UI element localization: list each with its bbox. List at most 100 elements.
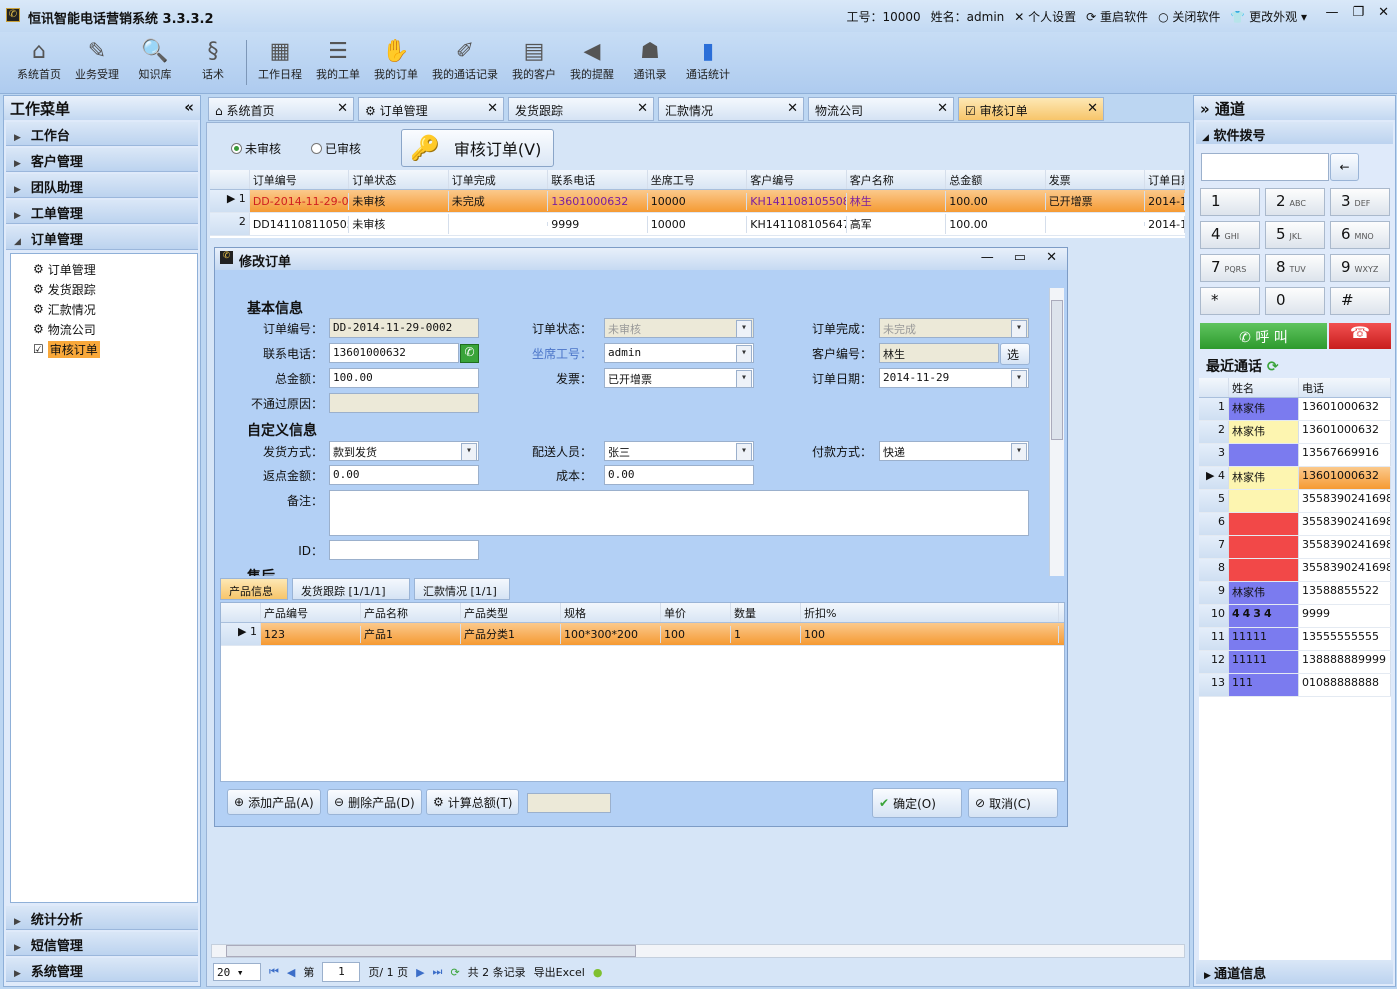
audited-radio[interactable]: 已审核 (311, 140, 361, 157)
cancel-button[interactable]: ⊘ 取消(C) (968, 788, 1058, 818)
collapse-sidebar-button[interactable]: « (184, 98, 194, 118)
column-header[interactable]: 坐席工号 (648, 170, 748, 189)
customer-no-field[interactable]: 林生 (879, 343, 999, 363)
column-header[interactable]: 订单完成 (449, 170, 549, 189)
first-page-button[interactable]: ⏮ (269, 965, 279, 979)
change-skin-link[interactable]: 👕 更改外观 ▾ (1230, 8, 1307, 25)
sidebar-group-2[interactable]: ▶ 团队助理 (6, 174, 198, 198)
toolbar-button-9[interactable]: ◀ 我的提醒 (563, 32, 621, 93)
sidebar-group-0[interactable]: ▶ 工作台 (6, 122, 198, 146)
close-tab-icon[interactable]: ✕ (637, 101, 648, 116)
last-page-button[interactable]: ⏭ (433, 965, 443, 979)
audit-order-button[interactable]: 🔑 审核订单(V) (401, 129, 554, 167)
dial-key-1[interactable]: 2 ABC (1265, 188, 1325, 216)
channel-info-header[interactable]: ▶ 通道信息 (1196, 960, 1393, 984)
complete-select[interactable]: 未完成 (879, 318, 1029, 338)
dial-number-input[interactable] (1201, 153, 1329, 181)
sidebar-subitem-2[interactable]: ⚙ 汇款情况 (33, 300, 96, 318)
agent-select[interactable]: admin (604, 343, 754, 363)
call-row[interactable]: ▶ 4 林家伟 13601000632 (1199, 467, 1391, 490)
phone-field[interactable]: 13601000632 (329, 343, 459, 363)
ship-method-select[interactable]: 款到发货 (329, 441, 479, 461)
restart-link[interactable]: ⟳ 重启软件 (1086, 8, 1148, 25)
subtab-1[interactable]: 发货跟踪 [1/1/1] (292, 578, 410, 600)
dial-key-2[interactable]: 3 DEF (1330, 188, 1390, 216)
page-size-select[interactable]: 20 ▾ (213, 963, 261, 981)
dial-key-9[interactable]: * (1200, 287, 1260, 315)
soft-dial-header[interactable]: ◢ 软件拨号 (1196, 122, 1393, 144)
sidebar-subitem-1[interactable]: ⚙ 发货跟踪 (33, 280, 96, 298)
dial-key-8[interactable]: 9 WXYZ (1330, 254, 1390, 282)
invoice-select[interactable]: 已开增票 (604, 368, 754, 388)
dialog-minimize-button[interactable]: — (981, 250, 994, 265)
add-product-button[interactable]: ⊕ 添加产品(A) (227, 789, 321, 815)
unaudited-radio[interactable]: 未审核 (231, 140, 281, 157)
column-header[interactable]: 发票 (1046, 170, 1146, 189)
tab-1[interactable]: ⚙ 订单管理 ✕ (358, 97, 504, 121)
dial-key-11[interactable]: # (1330, 287, 1390, 315)
note-textarea[interactable] (329, 490, 1029, 536)
prev-page-button[interactable]: ◀ (287, 966, 295, 979)
toolbar-button-4[interactable]: ▦ 工作日程 (251, 32, 309, 93)
hangup-button[interactable]: ☎ (1329, 323, 1391, 349)
tab-4[interactable]: 物流公司 ✕ (808, 97, 954, 121)
column-header[interactable]: 订单编号 (250, 170, 350, 189)
toolbar-button-0[interactable]: ⌂ 系统首页 (10, 32, 68, 93)
call-row[interactable]: 3 13567669916 (1199, 444, 1391, 467)
tab-3[interactable]: 汇款情况 ✕ (658, 97, 804, 121)
calculate-total-button[interactable]: ⚙ 计算总额(T) (426, 789, 520, 815)
toolbar-button-8[interactable]: ▤ 我的客户 (505, 32, 563, 93)
horizontal-scrollbar[interactable] (211, 944, 1185, 958)
sidebar-group-bottom-2[interactable]: ▶ 系统管理 (6, 958, 198, 982)
call-row[interactable]: 10 4434 9999 (1199, 605, 1391, 628)
confirm-button[interactable]: ✔ 确定(O) (872, 788, 962, 818)
minimize-button[interactable]: — (1325, 5, 1338, 20)
column-header[interactable]: 折扣% (801, 603, 1059, 622)
call-row[interactable]: 13 111 01088888888 (1199, 674, 1391, 697)
column-header[interactable]: 产品类型 (461, 603, 561, 622)
dial-key-7[interactable]: 8 TUV (1265, 254, 1325, 282)
close-tab-icon[interactable]: ✕ (487, 101, 498, 116)
column-header[interactable]: 联系电话 (548, 170, 648, 189)
column-header[interactable]: 客户编号 (747, 170, 847, 189)
cost-field[interactable]: 0.00 (604, 465, 754, 485)
call-row[interactable]: 2 林家伟 13601000632 (1199, 421, 1391, 444)
column-header[interactable]: 订单状态 (349, 170, 449, 189)
close-button[interactable]: ✕ (1378, 5, 1389, 20)
refresh-icon[interactable]: ⟳ (1267, 359, 1279, 375)
payment-select[interactable]: 快递 (879, 441, 1029, 461)
dialog-close-button[interactable]: ✕ (1046, 250, 1057, 265)
dial-key-0[interactable]: 1 (1200, 188, 1260, 216)
order-date-picker[interactable]: 2014-11-29 (879, 368, 1029, 388)
call-row[interactable]: 8 355839024169890 (1199, 559, 1391, 582)
column-header[interactable]: 客户名称 (847, 170, 947, 189)
call-button[interactable]: ✆ 呼 叫 (1200, 323, 1327, 349)
expand-icon[interactable]: » (1200, 100, 1215, 118)
toolbar-button-11[interactable]: ▮ 通话统计 (679, 32, 737, 93)
sidebar-group-bottom-1[interactable]: ▶ 短信管理 (6, 932, 198, 956)
dial-key-3[interactable]: 4 GHI (1200, 221, 1260, 249)
toolbar-button-6[interactable]: ✋ 我的订单 (367, 32, 425, 93)
toolbar-button-2[interactable]: 🔍 知识库 (126, 32, 184, 93)
column-header[interactable]: 产品编号 (261, 603, 361, 622)
column-header[interactable]: 规格 (561, 603, 661, 622)
sidebar-subitem-3[interactable]: ⚙ 物流公司 (33, 320, 96, 338)
refresh-icon[interactable]: ⟳ (450, 966, 459, 979)
column-header[interactable]: 电话 (1299, 378, 1391, 397)
column-header[interactable]: 订单日期 (1145, 170, 1185, 189)
personal-settings-link[interactable]: ✕ 个人设置 (1014, 8, 1076, 25)
rebate-field[interactable]: 0.00 (329, 465, 479, 485)
backspace-button[interactable]: ← (1330, 153, 1359, 181)
tab-0[interactable]: ⌂ 系统首页 ✕ (208, 97, 354, 121)
amount-field[interactable]: 100.00 (329, 368, 479, 388)
sidebar-group-1[interactable]: ▶ 客户管理 (6, 148, 198, 172)
call-row[interactable]: 7 355839024169890 (1199, 536, 1391, 559)
call-row[interactable]: 9 林家伟 13588855522 (1199, 582, 1391, 605)
call-row[interactable]: 5 355839024169890 (1199, 490, 1391, 513)
courier-select[interactable]: 张三 (604, 441, 754, 461)
form-scrollbar[interactable] (1049, 288, 1064, 576)
dial-key-4[interactable]: 5 JKL (1265, 221, 1325, 249)
tab-5[interactable]: ☑ 审核订单 ✕ (958, 97, 1104, 121)
select-customer-button[interactable]: 选 (1000, 343, 1030, 365)
close-software-link[interactable]: ○ 关闭软件 (1158, 8, 1220, 25)
